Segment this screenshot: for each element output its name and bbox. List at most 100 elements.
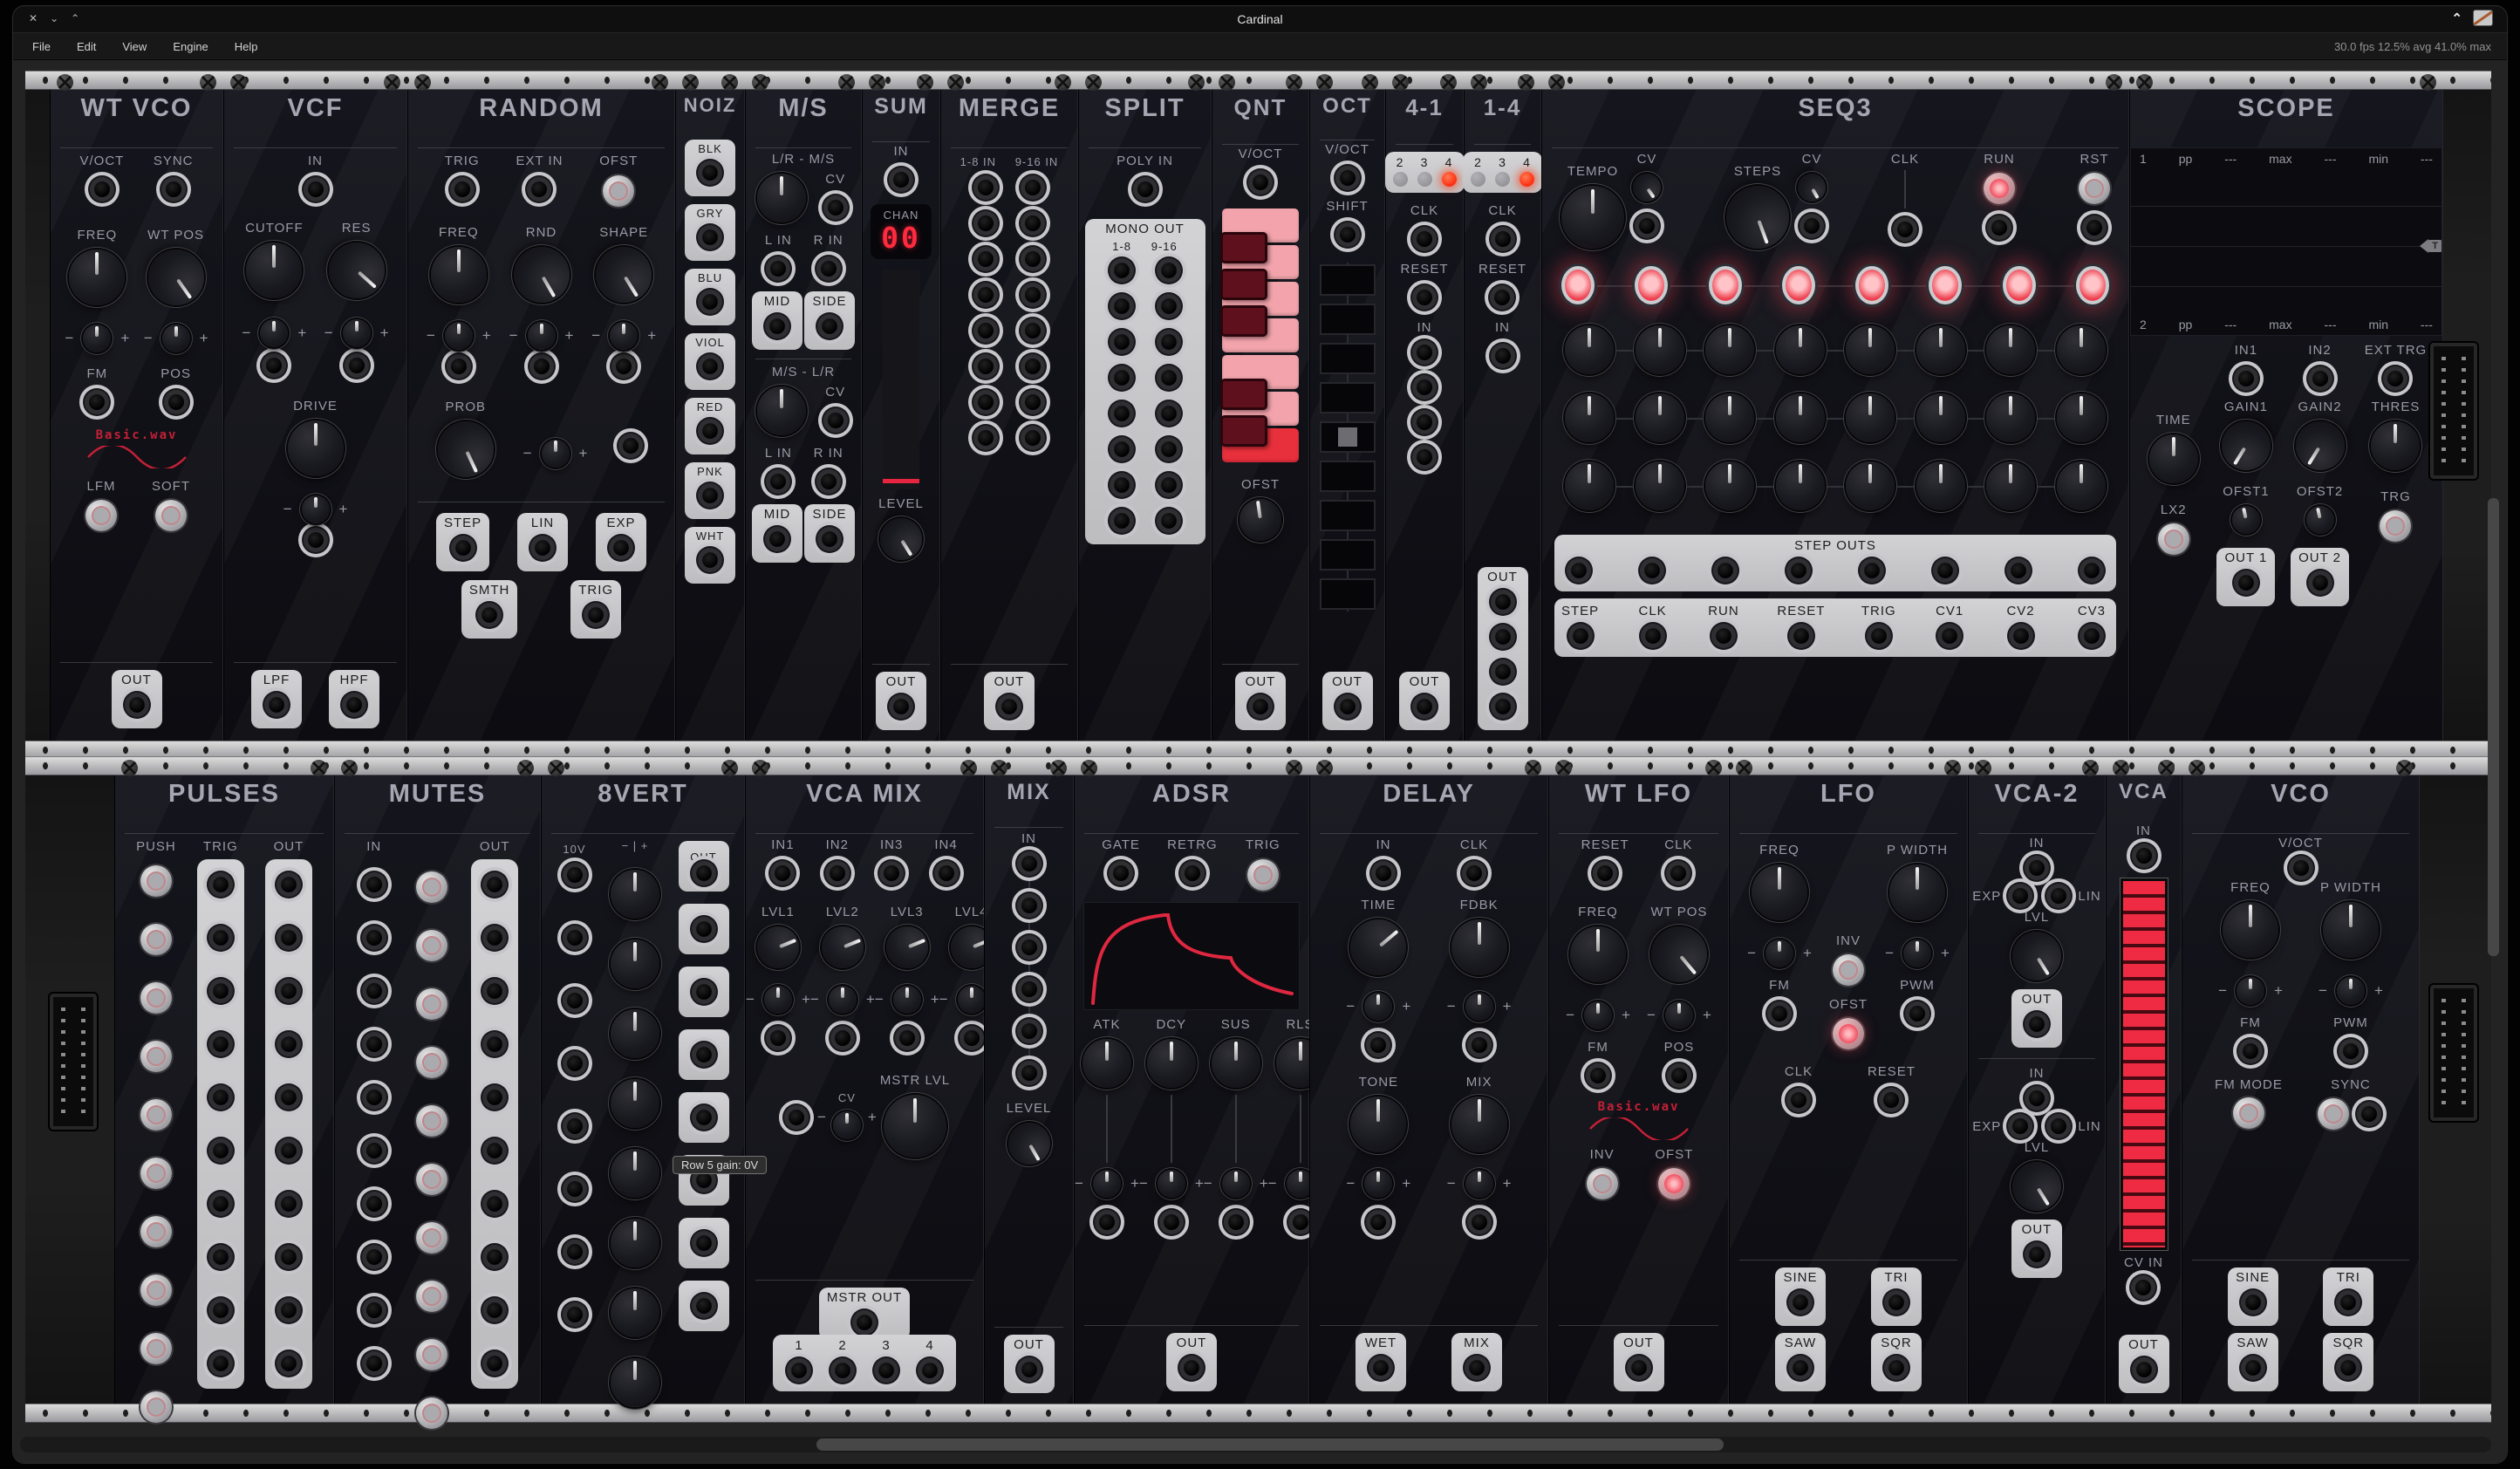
sus-cv-port[interactable] (1228, 1214, 1244, 1230)
module-wt-vco[interactable]: WT VCO V/OCT SYNC FREQ −+ FM (50, 90, 223, 741)
thres-knob[interactable] (2371, 421, 2420, 470)
exp-port-1[interactable] (2012, 888, 2028, 904)
vert-out-port[interactable] (696, 984, 712, 1000)
ofst2-trim[interactable] (2304, 503, 2337, 536)
in3-port[interactable] (884, 865, 899, 881)
cv1-step-knob[interactable] (1846, 325, 1895, 374)
trigger-marker[interactable]: T (2420, 239, 2441, 253)
in-port[interactable] (2136, 848, 2152, 864)
cv2-step-knob[interactable] (1636, 393, 1684, 442)
mute-button[interactable] (416, 1397, 447, 1429)
mute-out-port[interactable] (487, 983, 502, 999)
menu-file[interactable]: File (32, 40, 51, 53)
r-in-port[interactable] (821, 261, 837, 277)
mute-in-port[interactable] (366, 930, 382, 946)
run-jack-port[interactable] (1716, 628, 1731, 644)
step-led-lit[interactable] (1782, 266, 1815, 304)
trig-in-port[interactable] (213, 983, 229, 999)
step-out-port[interactable] (1644, 563, 1660, 578)
cv3-step-knob[interactable] (2057, 461, 2106, 510)
lvl-knob-2[interactable] (2003, 1152, 2070, 1220)
ofst-knob[interactable] (1237, 495, 1284, 543)
pwm-port[interactable] (1909, 1006, 1925, 1021)
lvl4-trim[interactable] (958, 986, 986, 1014)
ms-lr-knob[interactable] (757, 386, 806, 435)
red-out-port[interactable] (702, 423, 718, 439)
vert-gain-knob[interactable] (611, 1149, 659, 1198)
sel-2-led[interactable] (1471, 172, 1485, 187)
sqr-out-port[interactable] (2340, 1360, 2356, 1376)
in-port[interactable] (893, 172, 909, 188)
mono-out-port[interactable] (1114, 298, 1130, 314)
vert-in-port[interactable] (567, 1244, 583, 1260)
module-merge[interactable]: MERGE 1-8 IN 9-16 IN OUT (940, 90, 1078, 741)
trig-out-port[interactable] (588, 607, 604, 623)
mono-out-port[interactable] (1161, 513, 1177, 529)
ofst-button[interactable] (603, 175, 634, 207)
gain2-knob[interactable] (2286, 412, 2353, 479)
pulse-out-port[interactable] (281, 983, 297, 999)
vert-in-port[interactable] (567, 930, 583, 946)
cv1-step-knob[interactable] (1916, 325, 1965, 374)
pulse-out-port[interactable] (281, 1090, 297, 1105)
freq-knob[interactable] (69, 249, 125, 305)
tone-knob[interactable] (1350, 1097, 1406, 1152)
clk-port[interactable] (1670, 865, 1686, 881)
side-out-port[interactable] (822, 318, 837, 334)
mix-out-port[interactable] (1469, 1360, 1485, 1376)
mono-out-port[interactable] (1114, 370, 1130, 386)
viol-out-port[interactable] (702, 359, 718, 374)
push-button[interactable] (140, 1391, 172, 1423)
l-in-port[interactable] (770, 261, 786, 277)
steps-cv-port[interactable] (1804, 218, 1820, 234)
lvl1-trim[interactable] (764, 986, 792, 1014)
mono-out-port[interactable] (1114, 513, 1130, 529)
merge-in-port[interactable] (978, 180, 994, 195)
mute-in-port[interactable] (366, 1090, 382, 1105)
voct-input-port[interactable] (1253, 174, 1268, 190)
l-in-port-2[interactable] (770, 474, 786, 489)
module-4-1[interactable]: 4-1 2 3 4 CLK RESET IN OUT (1385, 90, 1464, 741)
rnd-cv-port[interactable] (534, 359, 550, 374)
trig-in-port[interactable] (213, 1249, 229, 1265)
collapse-icon[interactable]: ⌃ (2451, 10, 2462, 26)
mix-cv-port[interactable] (1472, 1214, 1487, 1230)
mute-out-port[interactable] (487, 1036, 502, 1052)
gain1-knob[interactable] (2212, 412, 2279, 479)
p-width-knob[interactable] (1889, 864, 1945, 920)
freq-knob[interactable] (1752, 864, 1807, 920)
black-key[interactable] (1220, 232, 1267, 263)
module-lfo[interactable]: LFO FREQ−+FM INV OFST P WIDTH−+PWM CLK R… (1729, 775, 1968, 1404)
trig-in-port[interactable] (213, 1356, 229, 1371)
in-port-1[interactable] (2029, 860, 2045, 876)
vert-gain-knob[interactable] (611, 1009, 659, 1058)
step-out-port[interactable] (1791, 563, 1806, 578)
ofst1-trim[interactable] (2230, 503, 2263, 536)
cv3-step-knob[interactable] (1636, 461, 1684, 510)
lvl-knob-1[interactable] (2003, 922, 2070, 989)
module-wt-lfo[interactable]: WT LFO RESET CLK FREQ−+FM WT POS−+POS Ba… (1548, 775, 1729, 1404)
time-trim[interactable] (1364, 993, 1392, 1021)
mstr-cv-port[interactable] (789, 1110, 804, 1125)
module-vca[interactable]: VCA IN CV IN OUT (2106, 775, 2182, 1404)
merge-in-port[interactable] (978, 215, 994, 231)
poly-out-port[interactable] (1001, 699, 1017, 714)
trig-in-port[interactable] (213, 1196, 229, 1212)
push-button[interactable] (140, 1158, 172, 1189)
sus-trim[interactable] (1222, 1170, 1250, 1198)
p-width-knob[interactable] (2323, 902, 2379, 958)
cv1-step-knob[interactable] (1776, 325, 1825, 374)
fm-port[interactable] (1772, 1006, 1787, 1021)
inv-button[interactable] (1833, 954, 1864, 986)
tempo-cv-trim[interactable] (1628, 168, 1667, 208)
ofst-button-lit[interactable] (1658, 1168, 1690, 1199)
module-vca-2[interactable]: VCA-2 IN EXP LIN LVL OUT IN EXP LIN (1968, 775, 2106, 1404)
vert-in-port[interactable] (567, 1307, 583, 1322)
cv-in-port[interactable] (2135, 1280, 2151, 1295)
mix-in-port[interactable] (1021, 939, 1037, 955)
out1-port[interactable] (2238, 575, 2254, 591)
lvl2-cv-port[interactable] (835, 1030, 850, 1046)
mono-out-port[interactable] (1161, 406, 1177, 421)
voct-input-port[interactable] (94, 181, 110, 197)
menu-view[interactable]: View (122, 40, 147, 53)
